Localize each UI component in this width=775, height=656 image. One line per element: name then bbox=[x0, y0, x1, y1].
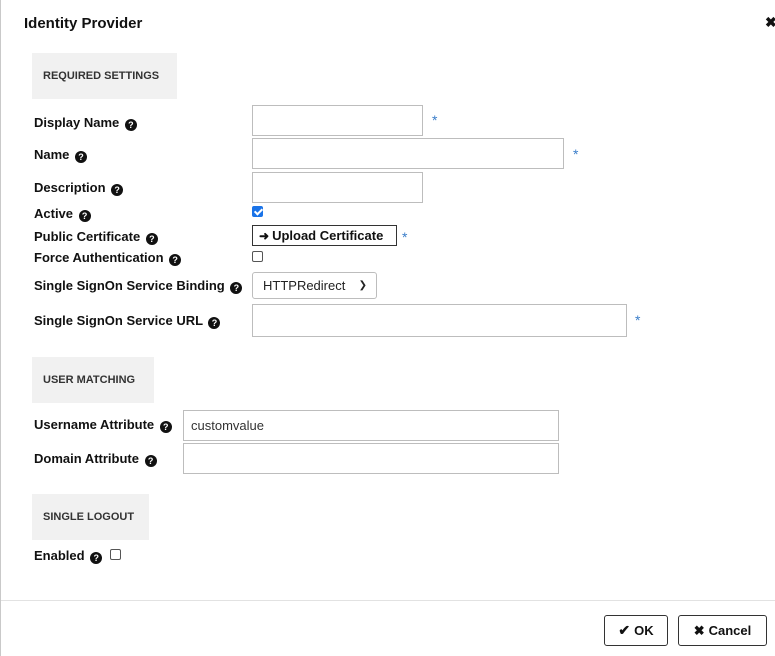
sso-url-input[interactable] bbox=[252, 304, 627, 337]
cancel-label: Cancel bbox=[708, 623, 752, 638]
active-checkbox[interactable] bbox=[252, 206, 263, 217]
times-icon: ✖ bbox=[693, 622, 705, 638]
close-icon[interactable]: ✖ bbox=[765, 14, 775, 31]
identity-provider-dialog: Identity Provider ✖ REQUIRED SETTINGS Di… bbox=[0, 0, 775, 656]
public-certificate-label: Public Certificate ? bbox=[34, 229, 158, 245]
section-required-settings: REQUIRED SETTINGS bbox=[32, 53, 177, 99]
section-single-logout: SINGLE LOGOUT bbox=[32, 494, 149, 540]
display-name-label: Display Name ? bbox=[34, 115, 137, 131]
force-authentication-label: Force Authentication ? bbox=[34, 250, 182, 266]
help-icon[interactable]: ? bbox=[208, 317, 221, 329]
required-marker: * bbox=[402, 229, 408, 245]
section-user-matching: USER MATCHING bbox=[32, 357, 154, 403]
help-icon[interactable]: ? bbox=[78, 210, 91, 222]
help-icon[interactable]: ? bbox=[159, 421, 172, 433]
active-label: Active ? bbox=[34, 206, 91, 222]
upload-certificate-label: Upload Certificate bbox=[272, 228, 384, 243]
description-label: Description ? bbox=[34, 180, 124, 196]
upload-certificate-button[interactable]: ➜ Upload Certificate bbox=[252, 225, 397, 246]
slo-enabled-checkbox[interactable] bbox=[110, 549, 121, 560]
slo-enabled-label: Enabled ? bbox=[34, 548, 103, 564]
required-marker: * bbox=[432, 112, 438, 128]
sso-binding-select[interactable]: HTTPRedirect ❯ bbox=[252, 272, 377, 299]
help-icon[interactable]: ? bbox=[230, 282, 243, 294]
display-name-input[interactable] bbox=[252, 105, 423, 136]
sign-in-icon: ➜ bbox=[259, 228, 270, 243]
name-label: Name ? bbox=[34, 147, 88, 163]
dialog-title: Identity Provider bbox=[24, 15, 143, 32]
footer-divider bbox=[1, 600, 775, 601]
sso-url-label: Single SignOn Service URL ? bbox=[34, 313, 221, 329]
chevron-down-icon: ❯ bbox=[358, 280, 367, 291]
check-icon: ✔ bbox=[618, 622, 631, 638]
sso-binding-value: HTTPRedirect bbox=[263, 278, 346, 293]
username-attribute-input[interactable] bbox=[183, 410, 559, 441]
ok-label: OK bbox=[634, 623, 654, 638]
help-icon[interactable]: ? bbox=[169, 254, 182, 266]
username-attribute-label: Username Attribute ? bbox=[34, 417, 172, 433]
required-marker: * bbox=[635, 312, 641, 328]
help-icon[interactable]: ? bbox=[124, 119, 137, 131]
cancel-button[interactable]: ✖ Cancel bbox=[678, 615, 767, 646]
help-icon[interactable]: ? bbox=[111, 184, 124, 196]
description-input[interactable] bbox=[252, 172, 423, 203]
help-icon[interactable]: ? bbox=[90, 552, 103, 564]
domain-attribute-input[interactable] bbox=[183, 443, 559, 474]
name-input[interactable] bbox=[252, 138, 564, 169]
help-icon[interactable]: ? bbox=[144, 455, 157, 467]
help-icon[interactable]: ? bbox=[75, 151, 88, 163]
ok-button[interactable]: ✔ OK bbox=[604, 615, 668, 646]
domain-attribute-label: Domain Attribute ? bbox=[34, 451, 157, 467]
force-authentication-checkbox[interactable] bbox=[252, 251, 263, 262]
sso-binding-label: Single SignOn Service Binding ? bbox=[34, 278, 243, 294]
required-marker: * bbox=[573, 146, 579, 162]
help-icon[interactable]: ? bbox=[145, 233, 158, 245]
